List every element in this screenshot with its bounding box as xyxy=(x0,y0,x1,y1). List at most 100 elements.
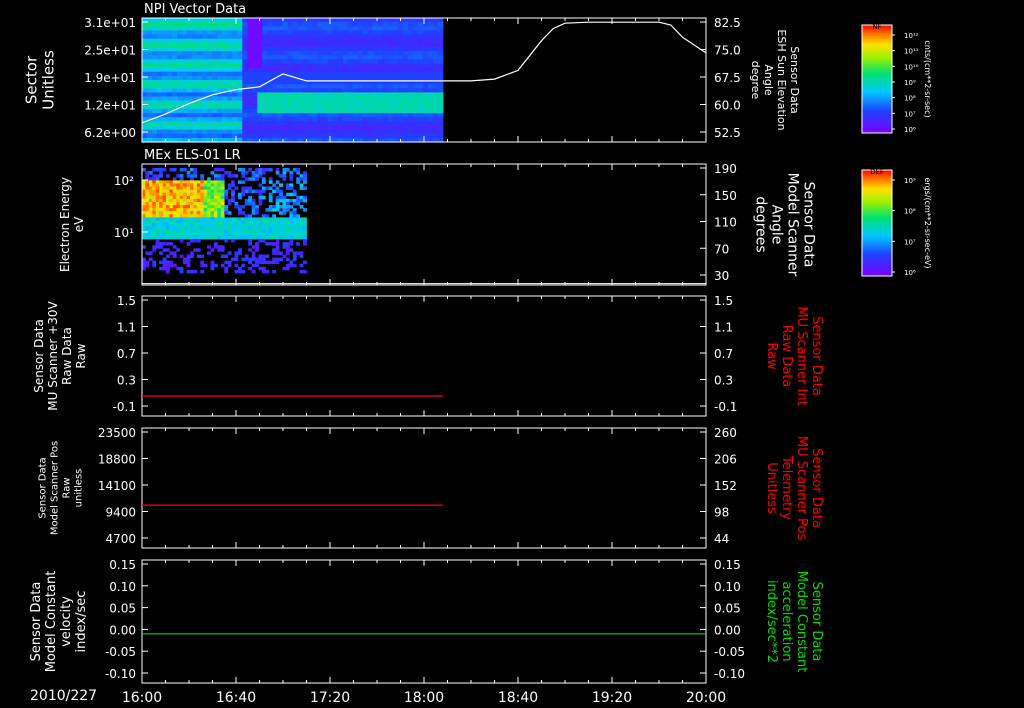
heatmap-cell xyxy=(372,75,379,81)
heatmap-cell xyxy=(214,180,218,184)
heatmap-cell xyxy=(332,71,339,77)
heatmap-cell xyxy=(282,133,288,139)
heatmap-cell xyxy=(157,34,163,40)
heatmap-cell xyxy=(287,30,293,36)
heatmap-cell xyxy=(183,202,187,206)
heatmap-cell xyxy=(302,96,308,102)
heatmap-cell xyxy=(397,96,404,102)
heatmap-cell xyxy=(255,248,259,252)
heatmap-cell xyxy=(337,42,344,48)
heatmap-cell xyxy=(148,217,153,221)
heatmap-cell xyxy=(152,96,158,102)
heatmap-cell xyxy=(244,217,249,221)
heatmap-cell xyxy=(142,108,148,114)
heatmap-cell xyxy=(242,104,248,110)
heatmap-cell xyxy=(214,217,218,221)
heatmap-cell xyxy=(272,214,276,218)
heatmap-cell xyxy=(177,59,183,64)
heatmap-cell xyxy=(190,186,194,190)
heatmap-cell xyxy=(155,195,160,200)
heatmap-cell xyxy=(169,217,174,221)
heatmap-cell xyxy=(147,113,153,118)
heatmap-cell xyxy=(237,18,243,23)
heatmap-cell xyxy=(437,75,444,81)
heatmap-cell xyxy=(238,205,242,209)
heatmap-cell xyxy=(172,133,178,139)
heatmap-cell xyxy=(357,67,364,73)
heatmap-cell xyxy=(437,38,444,44)
heatmap-cell xyxy=(227,80,233,85)
heatmap-cell xyxy=(212,121,218,126)
heatmap-cell xyxy=(207,189,211,194)
heatmap-cell xyxy=(172,38,178,44)
y-tick-label: 0.7 xyxy=(117,347,136,361)
heatmap-cell xyxy=(142,214,146,218)
heatmap-cell xyxy=(258,232,263,237)
heatmap-cell xyxy=(251,177,256,181)
heatmap-cell xyxy=(183,183,187,187)
heatmap-cell xyxy=(322,121,329,126)
heatmap-cell xyxy=(157,88,163,93)
heatmap-cell xyxy=(182,67,188,73)
heatmap-cell xyxy=(193,217,198,221)
heatmap-cell xyxy=(202,67,208,73)
heatmap-cell xyxy=(277,51,283,56)
heatmap-cell xyxy=(197,51,203,56)
heatmap-cell xyxy=(392,100,399,106)
heatmap-cell xyxy=(183,195,187,200)
heatmap-cell xyxy=(155,235,160,240)
heatmap-cell xyxy=(277,80,283,85)
heatmap-cell xyxy=(217,38,223,44)
heatmap-cell xyxy=(437,63,444,69)
heatmap-cell xyxy=(190,208,194,212)
heatmap-cell xyxy=(282,168,287,172)
heatmap-cell xyxy=(397,125,404,131)
heatmap-cell xyxy=(257,63,263,69)
heatmap-cell xyxy=(217,63,223,69)
panel-frame xyxy=(141,295,707,417)
heatmap-cell xyxy=(417,100,424,106)
heatmap-cell xyxy=(342,55,349,60)
heatmap-cell xyxy=(327,108,334,114)
heatmap-cell xyxy=(299,217,304,221)
heatmap-cell xyxy=(432,63,439,69)
heatmap-cell xyxy=(142,96,148,102)
heatmap-cell xyxy=(152,92,158,98)
heatmap-cell xyxy=(437,18,444,23)
heatmap-cell xyxy=(307,38,313,44)
heatmap-cell xyxy=(267,100,273,106)
heatmap-cell xyxy=(157,133,163,139)
heatmap-cell xyxy=(169,214,174,218)
heatmap-cell xyxy=(267,22,273,27)
heatmap-cell xyxy=(432,133,439,139)
heatmap-cell xyxy=(357,59,364,64)
heatmap-cell xyxy=(237,59,243,64)
heatmap-cell xyxy=(275,186,280,190)
heatmap-cell xyxy=(200,174,205,178)
heatmap-cell xyxy=(162,229,167,234)
heatmap-cell xyxy=(267,51,273,56)
heatmap-cell xyxy=(224,226,229,231)
heatmap-cell xyxy=(217,229,222,234)
heatmap-cell xyxy=(277,129,283,135)
heatmap-cell xyxy=(182,46,188,52)
heatmap-cell xyxy=(214,242,218,246)
heatmap-cell xyxy=(217,183,222,187)
heatmap-cell xyxy=(238,220,242,224)
heatmap-cell xyxy=(212,38,218,44)
heatmap-cell xyxy=(142,168,146,172)
heatmap-cell xyxy=(193,235,198,240)
heatmap-cell xyxy=(210,171,215,175)
heatmap-cell xyxy=(279,183,283,187)
heatmap-cell xyxy=(190,202,194,206)
y-tick-label: 1.5 xyxy=(117,294,136,308)
heatmap-cell xyxy=(172,75,178,81)
heatmap-cell xyxy=(210,198,215,203)
heatmap-cell xyxy=(332,121,339,126)
heatmap-cell xyxy=(251,220,256,224)
heatmap-cell xyxy=(417,121,424,126)
heatmap-cell xyxy=(392,26,399,31)
heatmap-cell xyxy=(183,226,187,231)
heatmap-cell xyxy=(372,108,379,114)
heatmap-cell xyxy=(282,42,288,48)
